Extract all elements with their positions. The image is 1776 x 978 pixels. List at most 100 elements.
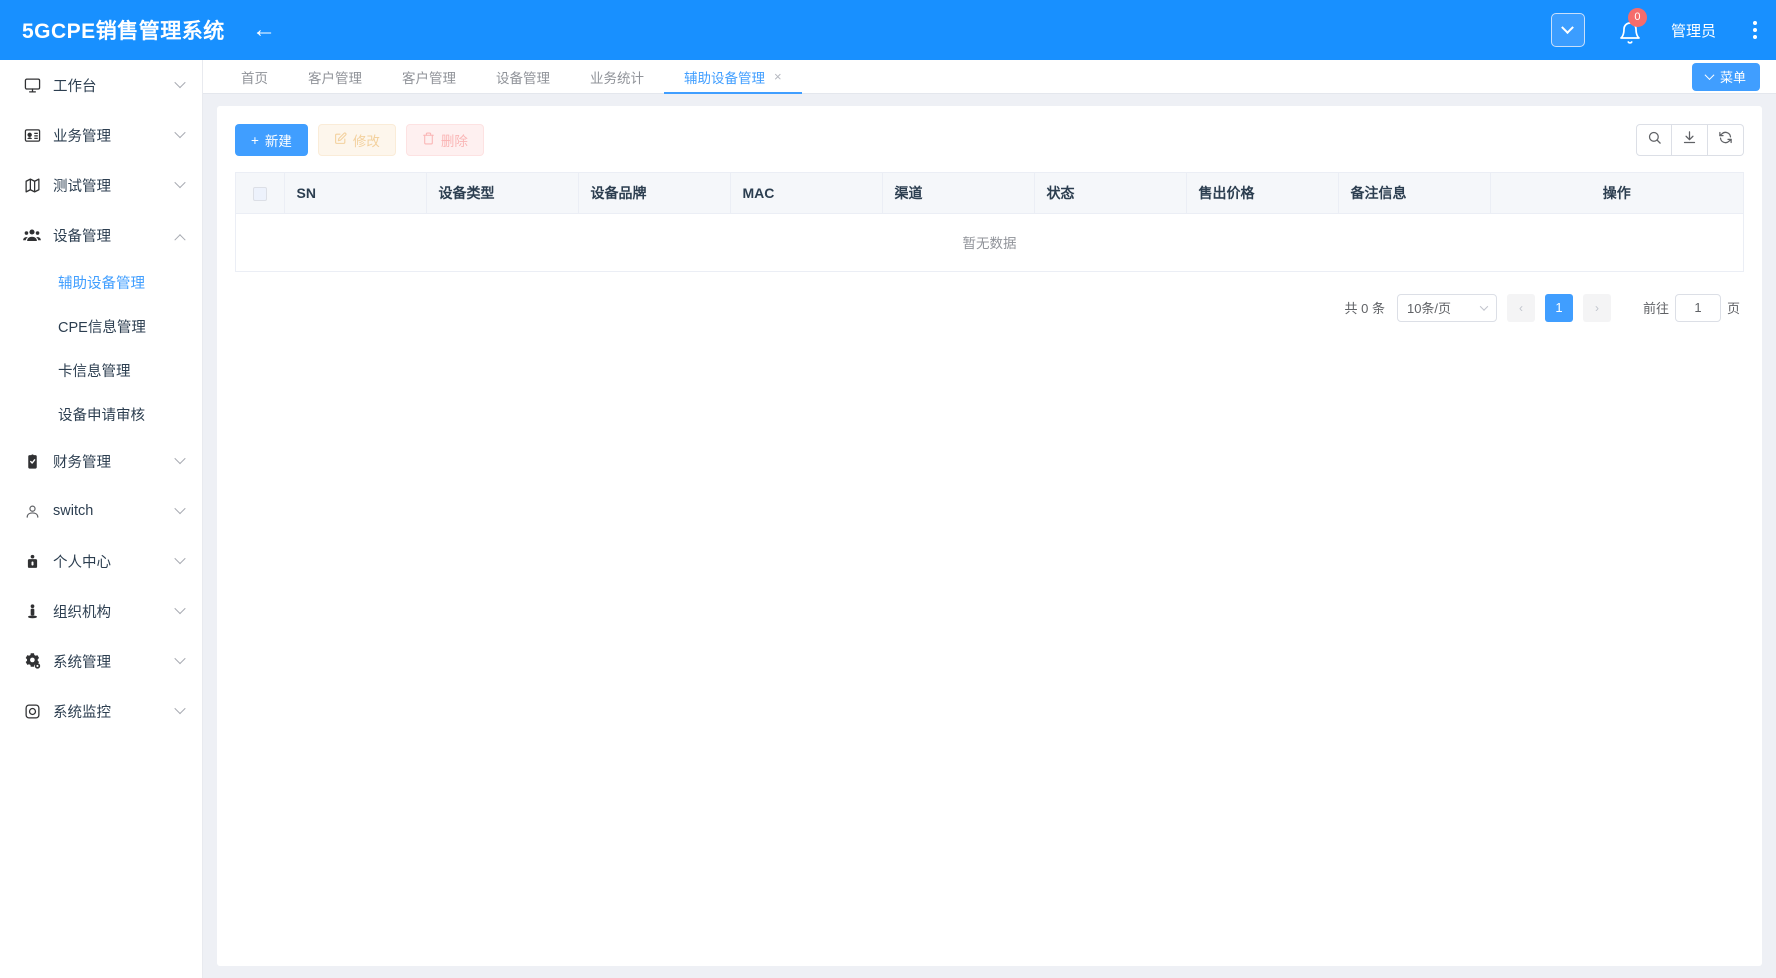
sidebar-item-organization[interactable]: 组织机构 <box>0 586 202 636</box>
more-vertical-icon[interactable] <box>1740 12 1770 48</box>
sidebar-item-card-info[interactable]: 卡信息管理 <box>0 348 202 392</box>
sidebar-item-label: 组织机构 <box>53 601 176 622</box>
column-header-device-type[interactable]: 设备类型 <box>426 173 578 213</box>
jump-page-input[interactable] <box>1675 294 1721 322</box>
edit-square-icon <box>334 132 347 148</box>
clipboard-check-icon <box>22 451 42 471</box>
chevron-up-icon <box>174 234 185 245</box>
trash-icon <box>422 132 435 148</box>
pagination-next-button[interactable]: › <box>1583 294 1611 322</box>
main-content: + 新建 修改 删除 <box>203 94 1776 978</box>
chevron-down-icon <box>174 652 185 663</box>
map-icon <box>22 175 42 195</box>
tab-device-management[interactable]: 设备管理 <box>476 60 570 93</box>
pagination-total: 共 0 条 <box>1345 298 1385 317</box>
empty-text: 暂无数据 <box>236 213 1743 271</box>
sidebar-item-device-approval[interactable]: 设备申请审核 <box>0 392 202 436</box>
tab-label: 客户管理 <box>308 67 362 87</box>
checkbox-icon[interactable] <box>253 187 267 201</box>
user-icon <box>22 501 42 521</box>
column-header-mac[interactable]: MAC <box>730 173 882 213</box>
page-size-select[interactable]: 10条/页 <box>1397 294 1497 322</box>
app-header: 5GCPE销售管理系统 ← 0 管理员 <box>0 0 1776 60</box>
header-actions: 0 管理员 <box>1551 0 1776 60</box>
sidebar-item-auxiliary-device[interactable]: 辅助设备管理 <box>0 260 202 304</box>
users-icon <box>22 225 42 245</box>
pagination: 共 0 条 10条/页 ‹ 1 › 前往 页 <box>235 294 1744 322</box>
kebab-dot <box>1753 21 1757 25</box>
refresh-button[interactable] <box>1708 124 1744 156</box>
chevron-down-icon <box>174 176 185 187</box>
chevron-down-icon <box>174 502 185 513</box>
sidebar-item-label: 设备管理 <box>53 225 176 246</box>
notification-bell-button[interactable]: 0 <box>1613 13 1647 47</box>
sidebar-item-test[interactable]: 测试管理 <box>0 160 202 210</box>
column-header-sale-price[interactable]: 售出价格 <box>1186 173 1338 213</box>
chevron-down-icon <box>174 702 185 713</box>
table-tool-actions <box>1636 124 1744 156</box>
delete-button-label: 删除 <box>441 130 468 150</box>
tab-home[interactable]: 首页 <box>221 60 288 93</box>
sidebar-item-personal-center[interactable]: 个人中心 <box>0 536 202 586</box>
tab-label: 设备管理 <box>496 67 550 87</box>
back-arrow-icon[interactable]: ← <box>252 18 276 42</box>
tab-label: 首页 <box>241 67 268 87</box>
collapse-toggle-button[interactable] <box>1551 13 1585 47</box>
content-card: + 新建 修改 删除 <box>217 106 1762 966</box>
submenu-item-label: 设备申请审核 <box>58 404 145 425</box>
search-icon <box>1647 130 1662 150</box>
pagination-prev-button[interactable]: ‹ <box>1507 294 1535 322</box>
sidebar-item-label: 系统管理 <box>53 651 176 672</box>
sidebar-item-device[interactable]: 设备管理 <box>0 210 202 260</box>
sidebar-item-cpe-info[interactable]: CPE信息管理 <box>0 304 202 348</box>
jump-prefix-label: 前往 <box>1643 298 1669 317</box>
sidebar-item-workbench[interactable]: 工作台 <box>0 60 202 110</box>
plus-icon: + <box>251 133 259 148</box>
table-head: SN 设备类型 设备品牌 MAC 渠道 状态 售出价格 备注信息 操作 <box>236 173 1743 213</box>
column-header-sn[interactable]: SN <box>284 173 426 213</box>
submenu-item-label: 卡信息管理 <box>58 360 131 381</box>
user-name-label[interactable]: 管理员 <box>1671 20 1716 41</box>
tab-menu-label: 菜单 <box>1720 67 1746 86</box>
sidebar-item-finance[interactable]: 财务管理 <box>0 436 202 486</box>
refresh-icon <box>1718 130 1733 150</box>
create-button[interactable]: + 新建 <box>235 124 308 156</box>
sidebar-item-system-management[interactable]: 系统管理 <box>0 636 202 686</box>
tab-menu-button[interactable]: 菜单 <box>1692 63 1760 91</box>
chevron-down-icon <box>1562 21 1575 34</box>
sidebar-item-business[interactable]: 业务管理 <box>0 110 202 160</box>
sidebar-item-switch[interactable]: switch <box>0 486 202 536</box>
sidebar-item-label: 财务管理 <box>53 451 176 472</box>
chevron-down-icon <box>174 76 185 87</box>
camera-icon <box>22 701 42 721</box>
tab-customer-management-2[interactable]: 客户管理 <box>382 60 476 93</box>
submenu-item-label: 辅助设备管理 <box>58 272 145 293</box>
close-icon[interactable]: × <box>774 70 782 83</box>
monitor-icon <box>22 75 42 95</box>
table-toolbar: + 新建 修改 删除 <box>235 122 1744 158</box>
column-header-remark[interactable]: 备注信息 <box>1338 173 1490 213</box>
sidebar-item-system-monitor[interactable]: 系统监控 <box>0 686 202 736</box>
org-person-icon <box>22 601 42 621</box>
search-button[interactable] <box>1636 124 1672 156</box>
tab-business-statistics[interactable]: 业务统计 <box>570 60 664 93</box>
edit-button-label: 修改 <box>353 130 380 150</box>
table-body: 暂无数据 <box>236 213 1743 271</box>
chevron-down-icon <box>174 552 185 563</box>
download-icon <box>1682 130 1697 150</box>
kebab-dot <box>1753 28 1757 32</box>
download-button[interactable] <box>1672 124 1708 156</box>
column-header-channel[interactable]: 渠道 <box>882 173 1034 213</box>
column-header-operation[interactable]: 操作 <box>1490 173 1743 213</box>
tab-auxiliary-device-management[interactable]: 辅助设备管理 × <box>664 60 802 93</box>
sidebar-item-label: 测试管理 <box>53 175 176 196</box>
tab-label: 辅助设备管理 <box>684 67 765 87</box>
edit-button[interactable]: 修改 <box>318 124 396 156</box>
column-header-device-brand[interactable]: 设备品牌 <box>578 173 730 213</box>
data-table-wrapper: SN 设备类型 设备品牌 MAC 渠道 状态 售出价格 备注信息 操作 暂无数据 <box>235 172 1744 272</box>
jump-suffix-label: 页 <box>1727 298 1740 317</box>
tab-customer-management-1[interactable]: 客户管理 <box>288 60 382 93</box>
pagination-page-1[interactable]: 1 <box>1545 294 1573 322</box>
delete-button[interactable]: 删除 <box>406 124 484 156</box>
column-header-status[interactable]: 状态 <box>1034 173 1186 213</box>
